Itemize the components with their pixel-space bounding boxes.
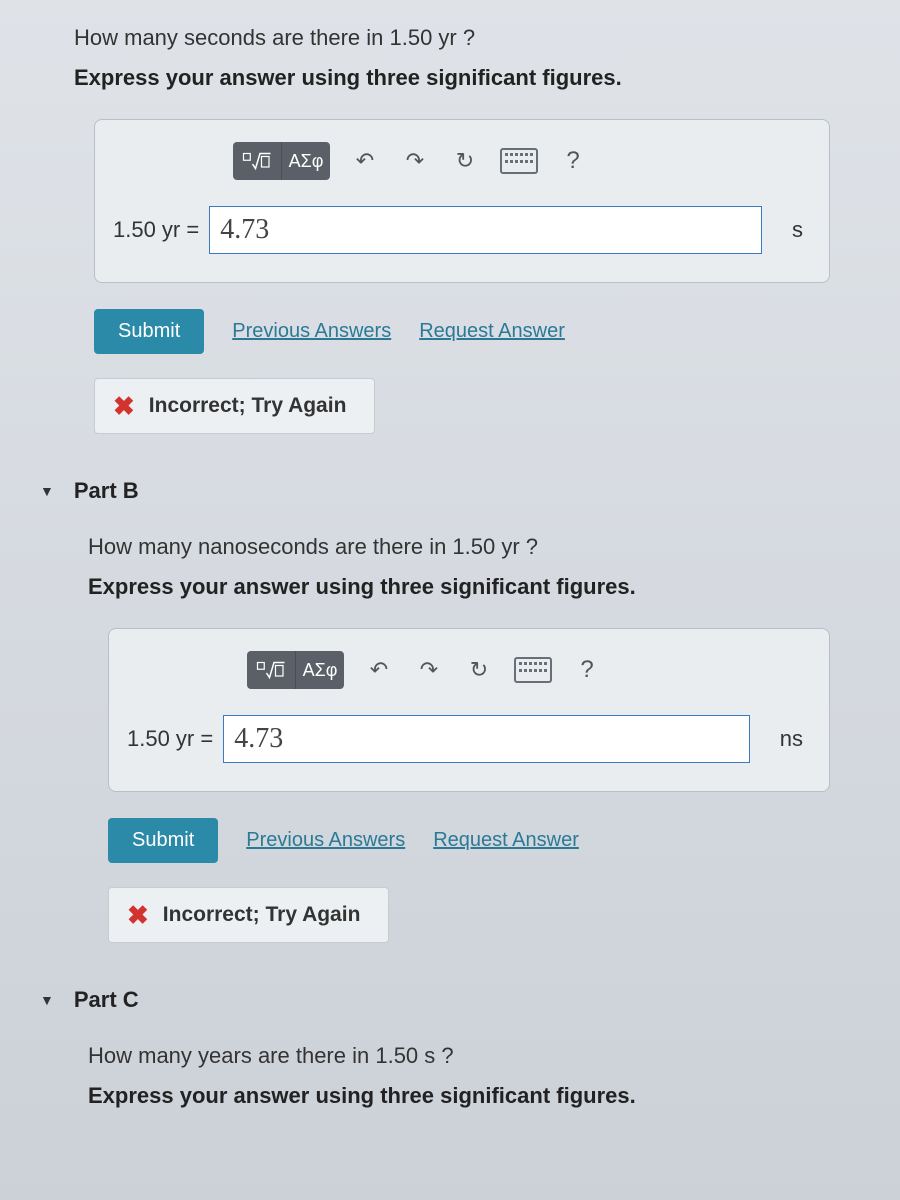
answer-input[interactable] <box>223 715 750 763</box>
equation-tools-group: ΑΣφ <box>233 142 330 180</box>
sqrt-icon <box>256 659 286 681</box>
undo-icon[interactable]: ↶ <box>364 655 394 685</box>
undo-icon[interactable]: ↶ <box>350 146 380 176</box>
reset-icon[interactable]: ↻ <box>464 655 494 685</box>
equation-tools-group: ΑΣφ <box>247 651 344 689</box>
partA-answer-panel: ΑΣφ ↶ ↷ ↻ ? 1.50 yr = s <box>94 119 830 283</box>
feedback-text: Incorrect; Try Again <box>149 394 347 418</box>
reset-icon[interactable]: ↻ <box>450 146 480 176</box>
sqrt-icon <box>242 150 272 172</box>
partB-title: Part B <box>74 478 139 504</box>
redo-icon[interactable]: ↷ <box>400 146 430 176</box>
partC-instruction: Express your answer using three signific… <box>88 1083 840 1109</box>
symbols-button[interactable]: ΑΣφ <box>296 651 344 689</box>
feedback-box: ✖ Incorrect; Try Again <box>108 887 389 943</box>
partC-question: How many years are there in 1.50 s ? <box>88 1043 840 1069</box>
help-icon[interactable]: ? <box>572 655 602 685</box>
equation-label: 1.50 yr = <box>113 217 199 243</box>
templates-button[interactable] <box>233 142 282 180</box>
incorrect-icon: ✖ <box>113 393 135 419</box>
keyboard-icon[interactable] <box>500 148 538 174</box>
partC-title: Part C <box>74 987 139 1013</box>
unit-label: s <box>792 217 803 243</box>
feedback-box: ✖ Incorrect; Try Again <box>94 378 375 434</box>
previous-answers-link[interactable]: Previous Answers <box>246 829 405 852</box>
answer-input[interactable] <box>209 206 762 254</box>
partB-toolbar: ΑΣφ ↶ ↷ ↻ ? <box>247 651 803 689</box>
help-icon[interactable]: ? <box>558 146 588 176</box>
partA-question: How many seconds are there in 1.50 yr ? <box>74 25 840 51</box>
equation-label: 1.50 yr = <box>127 726 213 752</box>
chevron-down-icon: ▼ <box>40 483 54 499</box>
redo-icon[interactable]: ↷ <box>414 655 444 685</box>
submit-button[interactable]: Submit <box>108 818 218 863</box>
feedback-text: Incorrect; Try Again <box>163 903 361 927</box>
partB-header[interactable]: ▼ Part B <box>40 478 840 504</box>
partB-instruction: Express your answer using three signific… <box>88 574 840 600</box>
chevron-down-icon: ▼ <box>40 992 54 1008</box>
request-answer-link[interactable]: Request Answer <box>433 829 579 852</box>
partB-question: How many nanoseconds are there in 1.50 y… <box>88 534 840 560</box>
unit-label: ns <box>780 726 803 752</box>
partA-instruction: Express your answer using three signific… <box>74 65 840 91</box>
request-answer-link[interactable]: Request Answer <box>419 320 565 343</box>
symbols-button[interactable]: ΑΣφ <box>282 142 330 180</box>
partC-header[interactable]: ▼ Part C <box>40 987 840 1013</box>
partB-answer-panel: ΑΣφ ↶ ↷ ↻ ? 1.50 yr = ns <box>108 628 830 792</box>
keyboard-icon[interactable] <box>514 657 552 683</box>
templates-button[interactable] <box>247 651 296 689</box>
submit-button[interactable]: Submit <box>94 309 204 354</box>
previous-answers-link[interactable]: Previous Answers <box>232 320 391 343</box>
partA-toolbar: ΑΣφ ↶ ↷ ↻ ? <box>233 142 803 180</box>
incorrect-icon: ✖ <box>127 902 149 928</box>
